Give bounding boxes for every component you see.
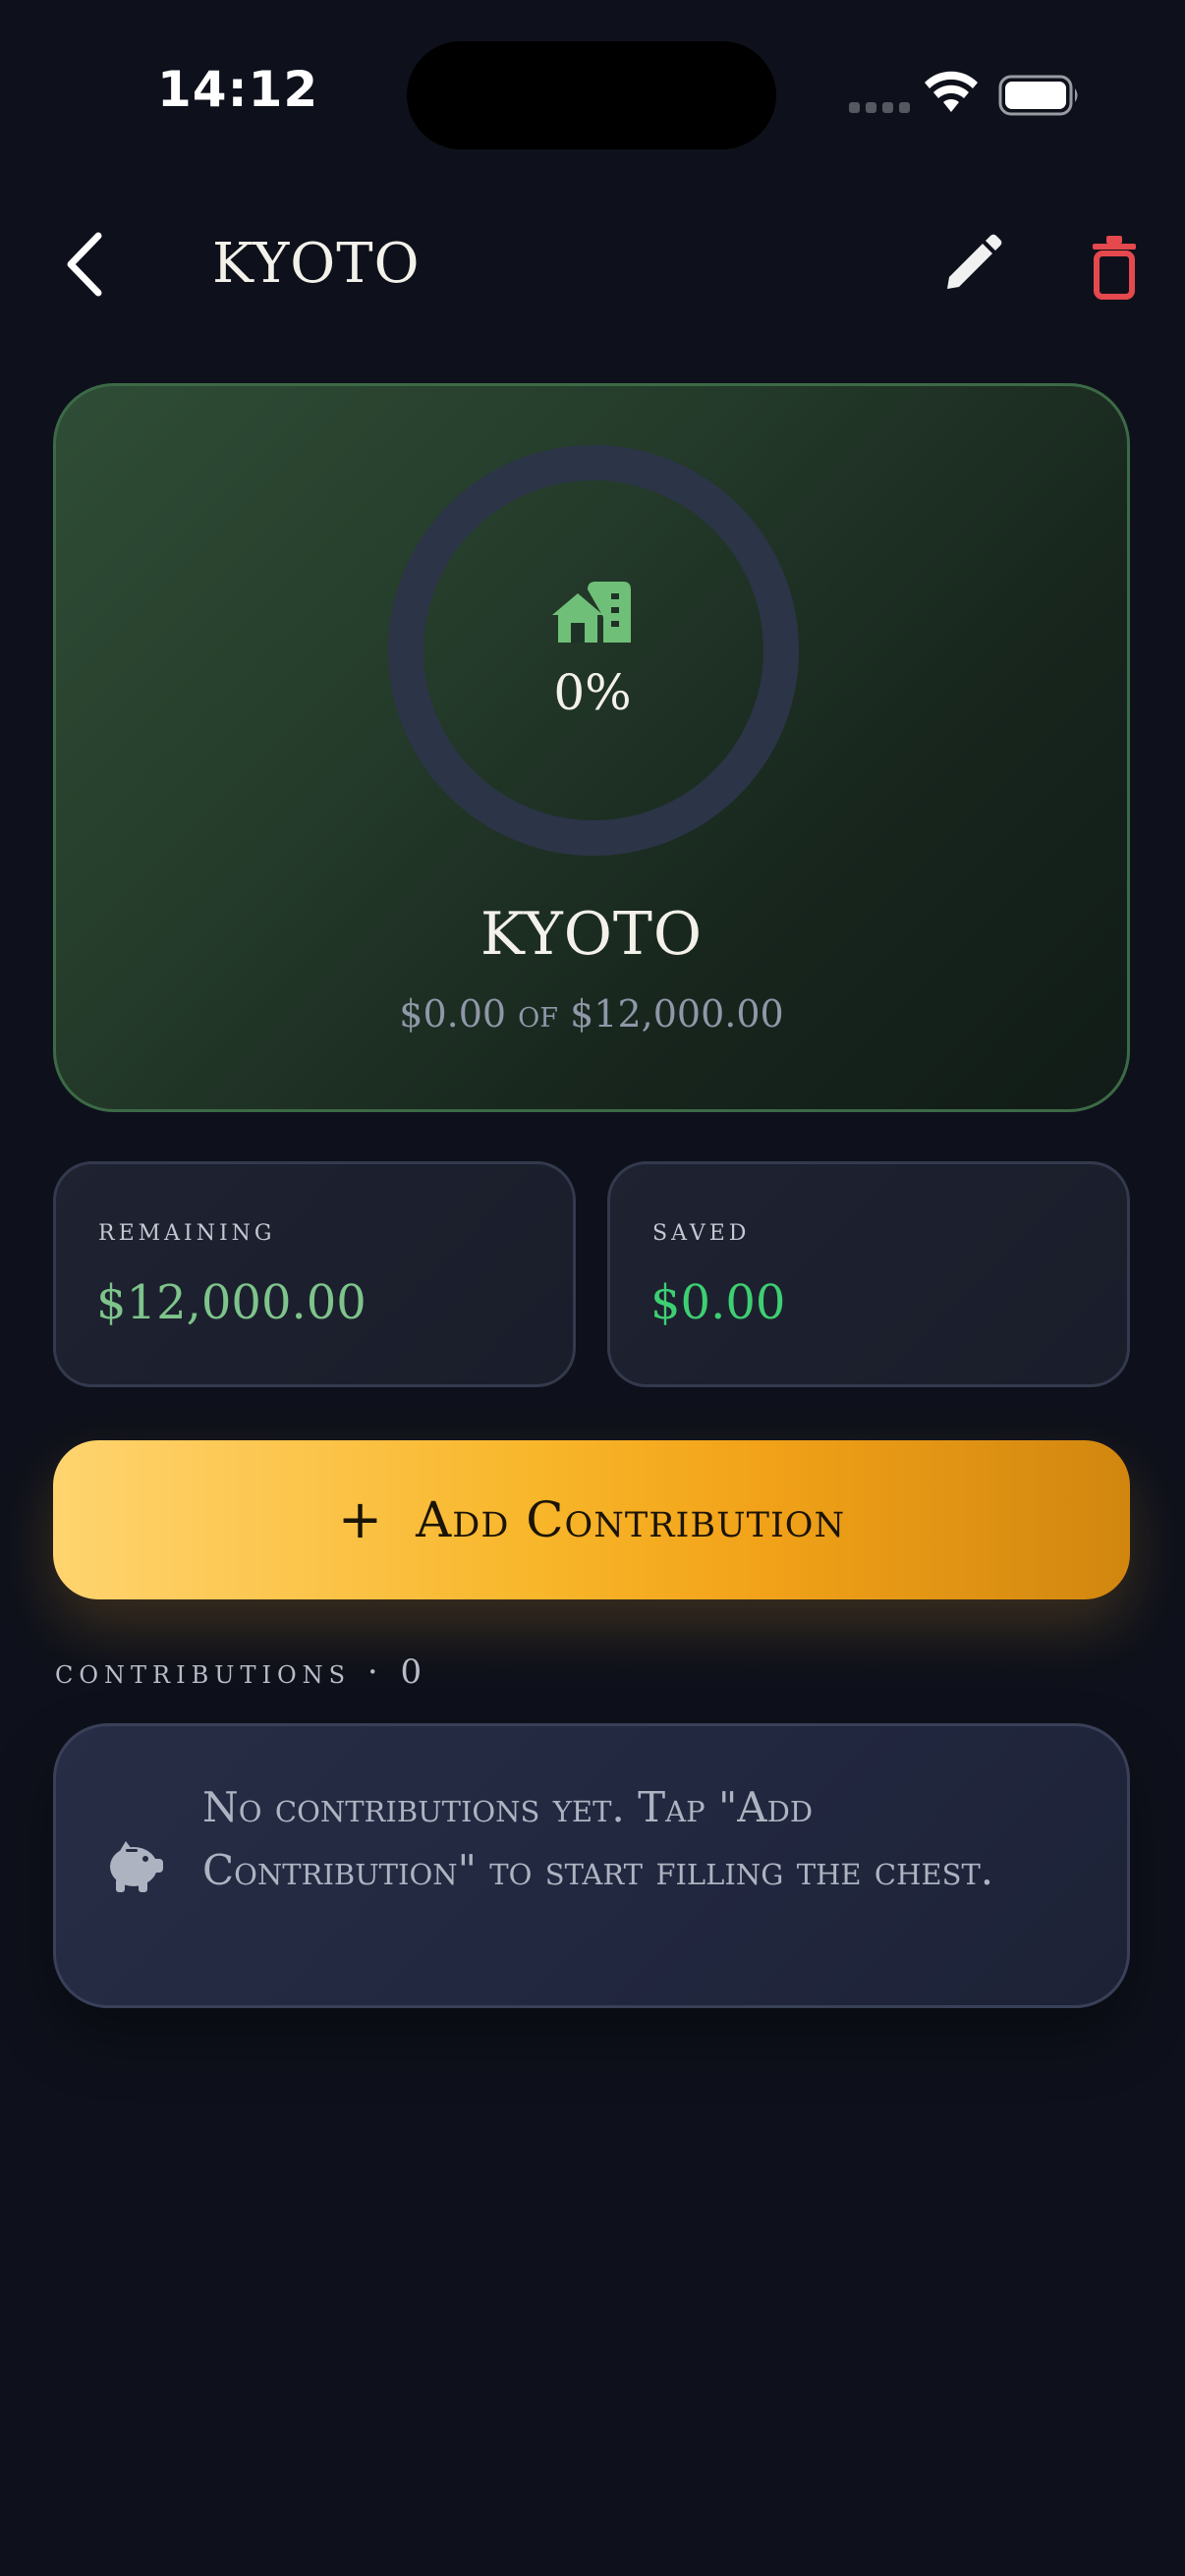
cellular-signal-icon <box>849 102 910 113</box>
wifi-icon <box>925 71 978 112</box>
remaining-label: remaining <box>98 1210 276 1248</box>
add-contribution-label: Add Contribution <box>416 1491 846 1548</box>
plus-icon: + <box>337 1488 383 1550</box>
piggy-bank-icon <box>110 1841 163 1892</box>
delete-trash-icon[interactable] <box>1087 232 1142 301</box>
contributions-heading: contributions · 0 <box>55 1652 428 1692</box>
dynamic-island <box>407 41 776 149</box>
back-chevron-icon[interactable] <box>59 230 114 299</box>
progress-ring <box>388 445 799 856</box>
saved-label: saved <box>652 1210 751 1248</box>
saved-stat-card <box>607 1161 1130 1387</box>
battery-icon <box>998 75 1078 116</box>
empty-state-message: No contributions yet. Tap "Add Contribut… <box>202 1783 994 1894</box>
edit-pencil-icon[interactable] <box>939 232 1004 297</box>
home-building-icon <box>552 582 631 643</box>
status-time: 14:12 <box>157 61 319 118</box>
goal-name: KYOTO <box>480 900 704 969</box>
remaining-stat-card <box>53 1161 576 1387</box>
page-title: KYOTO <box>212 232 421 296</box>
saved-value: $0.00 <box>650 1275 786 1330</box>
goal-amount-progress: $0.00 of $12,000.00 <box>399 992 784 1036</box>
add-contribution-button[interactable]: + Add Contribution <box>53 1440 1130 1599</box>
progress-percent: 0% <box>553 664 632 721</box>
remaining-value: $12,000.00 <box>96 1275 367 1330</box>
